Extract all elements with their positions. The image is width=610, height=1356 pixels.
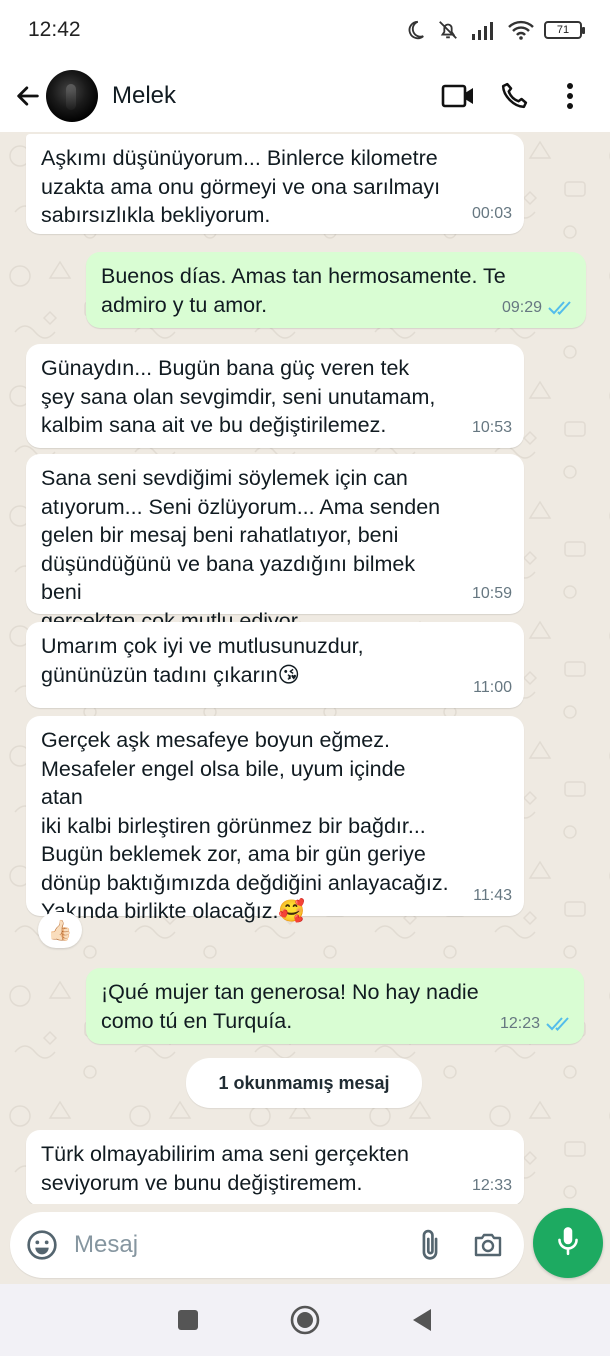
message-meta: 11:00	[473, 674, 512, 703]
message-meta: 12:33	[472, 1172, 512, 1201]
back-arrow-icon[interactable]	[12, 76, 44, 116]
do-not-disturb-icon	[404, 19, 426, 41]
message-bubble-incoming[interactable]: Umarım çok iyi ve mutlusunuzdur, gününüz…	[26, 622, 524, 708]
message-time: 10:59	[471, 584, 512, 602]
message-text: Günaydın... Bugün bana güç veren tek şey…	[41, 356, 436, 437]
message-bubble-incoming[interactable]: Aşkımı düşünüyorum... Binlerce kilometre…	[26, 134, 524, 234]
message-bubble-outgoing[interactable]: Buenos días. Amas tan hermosamente. Te a…	[86, 252, 586, 328]
more-vert-icon[interactable]	[542, 72, 598, 120]
message-meta: 10:53	[472, 414, 512, 443]
chat-area[interactable]: Aşkımı düşünüyorum... Binlerce kilometre…	[0, 132, 610, 1204]
message-time: 11:00	[473, 678, 512, 696]
back-icon[interactable]	[400, 1298, 444, 1342]
message-bubble-incoming[interactable]: Gerçek aşk mesafeye boyun eğmez. Mesafel…	[26, 716, 524, 923]
message-meta: 11:43	[473, 882, 512, 911]
contact-name[interactable]: Melek	[112, 82, 430, 110]
message-input[interactable]	[74, 1231, 394, 1259]
video-call-icon[interactable]	[430, 72, 486, 120]
message-meta: 09:29	[502, 294, 574, 323]
avatar[interactable]	[46, 70, 98, 122]
attach-icon[interactable]	[408, 1223, 452, 1267]
message-time: 09:29	[501, 298, 542, 316]
wifi-icon	[508, 20, 534, 40]
mute-icon	[436, 19, 460, 41]
mic-icon	[555, 1225, 581, 1262]
message-text: Gerçek aşk mesafeye boyun eğmez. Mesafel…	[41, 728, 449, 923]
message-time: 12:23	[499, 1014, 540, 1032]
message-bubble-incoming[interactable]: Sana seni sevdiğimi söylemek için can at…	[26, 454, 524, 633]
system-nav-bar	[0, 1284, 610, 1356]
read-ticks-icon	[548, 300, 574, 316]
composer-bar	[0, 1204, 610, 1284]
message-text: Türk olmayabilirim ama seni gerçekten se…	[41, 1142, 410, 1195]
message-text: Sana seni sevdiğimi söylemek için can at…	[41, 466, 441, 633]
message-time: 12:33	[471, 1176, 512, 1194]
read-ticks-icon	[546, 1016, 572, 1032]
camera-icon[interactable]	[466, 1223, 510, 1267]
mic-button[interactable]	[533, 1208, 603, 1278]
message-meta: 12:23	[500, 1010, 572, 1039]
system-icons: 71	[404, 19, 585, 41]
message-text: Aşkımı düşünüyorum... Binlerce kilometre…	[41, 146, 441, 227]
emoji-icon[interactable]	[24, 1227, 60, 1263]
phone-icon[interactable]	[486, 72, 542, 120]
recents-icon[interactable]	[166, 1298, 210, 1342]
status-bar: 12:42 71	[0, 0, 610, 60]
message-bubble-incoming[interactable]: Türk olmayabilirim ama seni gerçekten se…	[26, 1130, 524, 1204]
message-meta: 00:03	[472, 200, 512, 229]
unread-messages-banner: 1 okunmamış mesaj	[186, 1058, 422, 1108]
message-composer	[10, 1212, 524, 1278]
message-bubble-outgoing[interactable]: ¡Qué mujer tan generosa! No hay nadie co…	[86, 968, 584, 1044]
chat-header: Melek	[0, 60, 610, 132]
message-time: 00:03	[471, 204, 512, 222]
home-icon[interactable]	[283, 1298, 327, 1342]
battery-icon: 71	[544, 21, 585, 39]
message-meta: 10:59	[472, 580, 512, 609]
message-time: 10:53	[471, 418, 512, 436]
status-time: 12:42	[28, 18, 81, 41]
message-text: Umarım çok iyi ve mutlusunuzdur, gününüz…	[41, 634, 364, 687]
message-time: 11:43	[473, 886, 512, 904]
signal-icon	[470, 20, 498, 40]
reaction-thumbs-up[interactable]: 👍🏻	[38, 912, 82, 948]
message-bubble-incoming[interactable]: Günaydın... Bugün bana güç veren tek şey…	[26, 344, 524, 448]
